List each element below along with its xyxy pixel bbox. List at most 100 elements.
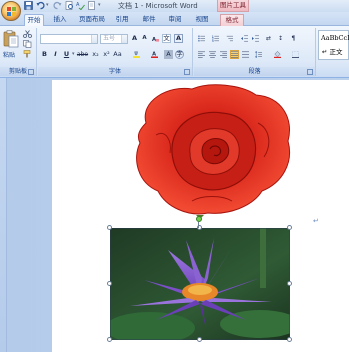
rotate-handle[interactable]	[196, 216, 202, 222]
office-logo-icon	[7, 7, 16, 16]
rotate-handle-stem	[198, 222, 199, 228]
quick-styles-gallery[interactable]: AaBbCcDd ↵ 正文	[318, 30, 349, 60]
clear-formatting-button[interactable]: A	[151, 34, 160, 43]
clipboard-dialog-launcher[interactable]	[28, 69, 34, 75]
svg-text:A: A	[76, 2, 80, 8]
tab-references[interactable]: 引用	[112, 14, 132, 26]
save-icon[interactable]	[24, 1, 33, 10]
shading-button[interactable]	[273, 50, 282, 59]
enclose-characters-icon: 字	[176, 50, 183, 59]
show-formatting-marks-button[interactable]: ¶	[289, 34, 298, 43]
paragraph-group-label: 段落	[194, 67, 315, 76]
sort-button[interactable]: ↕	[276, 34, 285, 43]
numbered-list-icon: 1 2 3	[212, 35, 219, 43]
window-title: 文档 1 - Microsoft Word	[118, 2, 198, 10]
cut-icon[interactable]	[23, 30, 32, 38]
underline-icon: U	[63, 50, 70, 59]
tab-view[interactable]: 视图	[192, 14, 212, 26]
grow-font-icon: A	[131, 34, 138, 43]
change-case-icon: Aa	[113, 50, 122, 59]
bold-button[interactable]: B	[40, 50, 49, 59]
numbering-button[interactable]: 1 2 3	[211, 34, 220, 43]
paint-bucket-icon	[274, 51, 281, 58]
font-name-dropdown-icon[interactable]	[91, 35, 97, 43]
character-border-icon: A	[175, 34, 182, 43]
subscript-button[interactable]: x₂	[91, 50, 100, 59]
underline-button[interactable]: U	[62, 50, 71, 59]
tab-format[interactable]: 格式	[220, 14, 244, 26]
style-sample-text: AaBbCcDd	[321, 34, 349, 42]
underline-dropdown-icon[interactable]: ▾	[72, 51, 75, 57]
phonetic-guide-button[interactable]: 文	[162, 34, 171, 43]
increase-indent-button[interactable]	[251, 34, 260, 43]
align-center-button[interactable]	[208, 50, 217, 59]
multilevel-list-icon	[226, 35, 233, 42]
copy-icon[interactable]	[23, 40, 32, 48]
tab-review[interactable]: 审阅	[165, 14, 185, 26]
paragraph-mark: ↵	[313, 217, 319, 225]
grow-font-button[interactable]: A	[130, 34, 139, 43]
office-button[interactable]	[1, 1, 21, 21]
multilevel-list-button[interactable]	[225, 34, 234, 43]
water-lily-image[interactable]	[110, 228, 290, 340]
paragraph-dialog-launcher[interactable]	[307, 69, 313, 75]
font-size-dropdown-icon[interactable]	[121, 35, 127, 43]
italic-button[interactable]: I	[51, 50, 60, 59]
resize-handle-top-left[interactable]	[107, 225, 112, 230]
paste-button[interactable]: 粘贴	[2, 29, 20, 59]
text-highlight-button[interactable]	[132, 50, 141, 59]
bullets-button[interactable]	[197, 34, 206, 43]
paragraph-group: 1 2 3 ⇄ ↕ ¶ 段落	[194, 28, 316, 76]
ribbon-tabs: 开始 插入 页面布局 引用 邮件 审阅 视图 格式	[0, 12, 349, 27]
picture-tools-context-label: 图片工具	[217, 0, 249, 12]
redo-icon[interactable]	[53, 1, 62, 10]
line-spacing-button[interactable]	[254, 50, 263, 59]
undo-dropdown-icon[interactable]: ▾	[46, 2, 49, 8]
rose-image[interactable]	[132, 83, 296, 219]
customize-toolbar-icon[interactable]: ▾	[98, 2, 101, 8]
resize-handle-top-right[interactable]	[287, 225, 292, 230]
undo-icon[interactable]	[36, 1, 45, 10]
character-shading-button[interactable]: A	[164, 50, 173, 59]
new-document-icon[interactable]	[87, 1, 96, 10]
svg-text:3: 3	[212, 40, 214, 43]
superscript-button[interactable]: x²	[102, 50, 111, 59]
subscript-icon: x₂	[92, 50, 99, 59]
font-size-field[interactable]: 五号	[100, 34, 128, 44]
clipboard-group: 粘贴 剪贴板	[0, 28, 37, 76]
chinese-layout-icon: ⇄	[265, 34, 272, 42]
print-preview-icon[interactable]	[65, 1, 74, 10]
resize-handle-right[interactable]	[287, 281, 292, 286]
spelling-icon[interactable]: A	[76, 1, 85, 10]
increase-indent-icon	[252, 35, 259, 42]
chinese-layout-button[interactable]: ⇄	[264, 34, 273, 43]
bullet-list-icon	[198, 35, 205, 42]
tab-page-layout[interactable]: 页面布局	[78, 14, 106, 26]
align-left-button[interactable]	[197, 50, 206, 59]
character-border-button[interactable]: A	[174, 34, 183, 43]
tab-mailings[interactable]: 邮件	[139, 14, 159, 26]
resize-handle-bottom[interactable]	[197, 337, 202, 342]
italic-icon: I	[54, 50, 57, 59]
resize-handle-left[interactable]	[107, 281, 112, 286]
tab-insert[interactable]: 插入	[50, 14, 70, 26]
font-name-field[interactable]	[40, 34, 98, 44]
distributed-button[interactable]	[241, 50, 250, 59]
change-case-button[interactable]: Aa	[113, 50, 122, 59]
water-lily-image-frame[interactable]	[107, 225, 292, 342]
decrease-indent-icon	[241, 35, 248, 42]
font-color-button[interactable]: A	[150, 50, 159, 59]
borders-button[interactable]	[291, 50, 300, 59]
decrease-indent-button[interactable]	[240, 34, 249, 43]
enclose-characters-button[interactable]: 字	[175, 50, 184, 59]
resize-handle-bottom-left[interactable]	[107, 337, 112, 342]
font-dialog-launcher[interactable]	[184, 69, 190, 75]
font-group-label: 字体	[38, 67, 192, 76]
align-center-icon	[209, 51, 216, 58]
align-right-button[interactable]	[219, 50, 228, 59]
strikethrough-button[interactable]: abe	[77, 50, 88, 59]
format-painter-icon[interactable]	[23, 50, 32, 58]
resize-handle-bottom-right[interactable]	[287, 337, 292, 342]
shrink-font-button[interactable]: A	[140, 34, 149, 43]
justify-button[interactable]	[230, 50, 239, 59]
